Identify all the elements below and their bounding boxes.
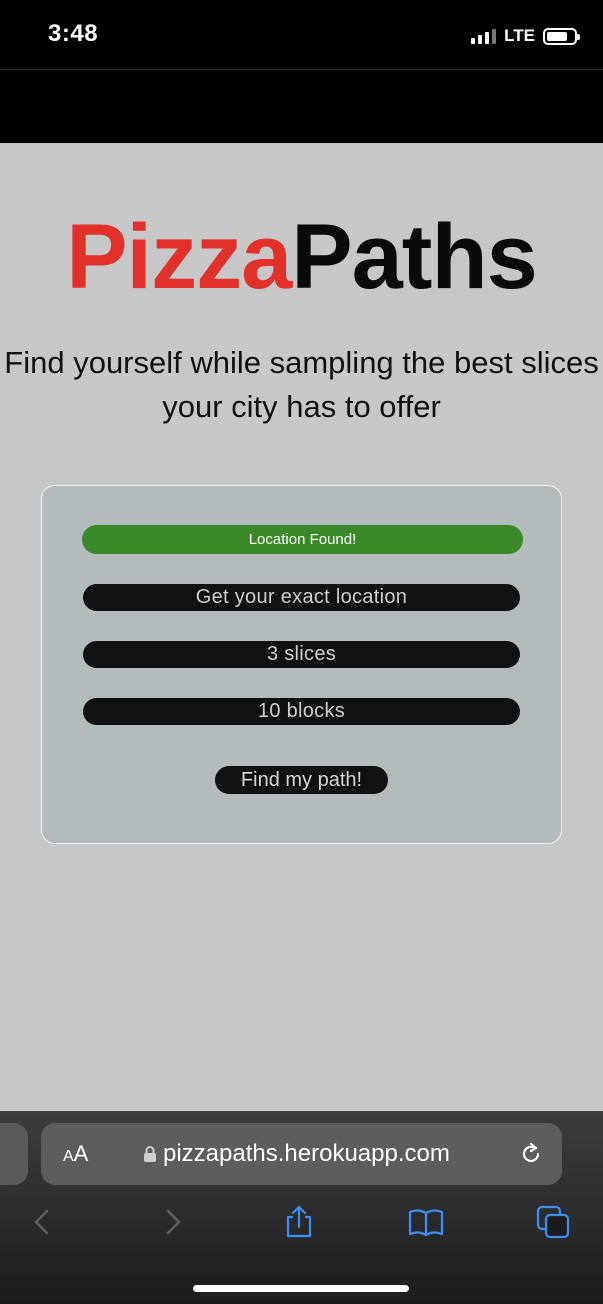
page-header-band [0, 70, 603, 143]
location-status-badge: Location Found! [82, 525, 523, 554]
page-content: PizzaPaths Find yourself while sampling … [0, 143, 603, 1111]
network-label: LTE [504, 26, 535, 45]
share-icon[interactable] [282, 1205, 316, 1239]
get-location-button[interactable]: Get your exact location [83, 584, 520, 611]
path-form-panel: Location Found! Get your exact location … [41, 485, 562, 844]
browser-toolbar: AA pizzapaths.herokuapp.com [0, 1111, 603, 1304]
lock-icon [143, 1145, 157, 1163]
blocks-field[interactable]: 10 blocks [83, 698, 520, 725]
tagline: Find yourself while sampling the best sl… [4, 345, 599, 424]
status-indicators: LTE [471, 24, 580, 48]
find-path-button[interactable]: Find my path! [215, 766, 388, 794]
address-bar[interactable]: AA pizzapaths.herokuapp.com [41, 1123, 562, 1185]
previous-tab-stub[interactable] [0, 1123, 28, 1185]
url-display[interactable]: pizzapaths.herokuapp.com [143, 1139, 450, 1169]
signal-icon [471, 28, 497, 44]
logo-paths: Paths [291, 206, 538, 308]
status-bar: 3:48 LTE [0, 0, 603, 70]
url-text: pizzapaths.herokuapp.com [163, 1140, 450, 1167]
battery-icon [543, 27, 580, 45]
forward-icon[interactable] [156, 1205, 190, 1239]
text-size-button[interactable]: AA [63, 1141, 88, 1170]
bookmarks-icon[interactable] [408, 1205, 444, 1239]
slices-field[interactable]: 3 slices [83, 641, 520, 668]
reload-icon[interactable] [518, 1141, 544, 1167]
tabs-icon[interactable] [536, 1205, 570, 1239]
logo-pizza: Pizza [66, 206, 292, 308]
status-time: 3:48 [48, 20, 99, 47]
back-icon[interactable] [26, 1205, 60, 1239]
home-indicator [193, 1285, 409, 1292]
app-logo: PizzaPaths [0, 211, 603, 303]
